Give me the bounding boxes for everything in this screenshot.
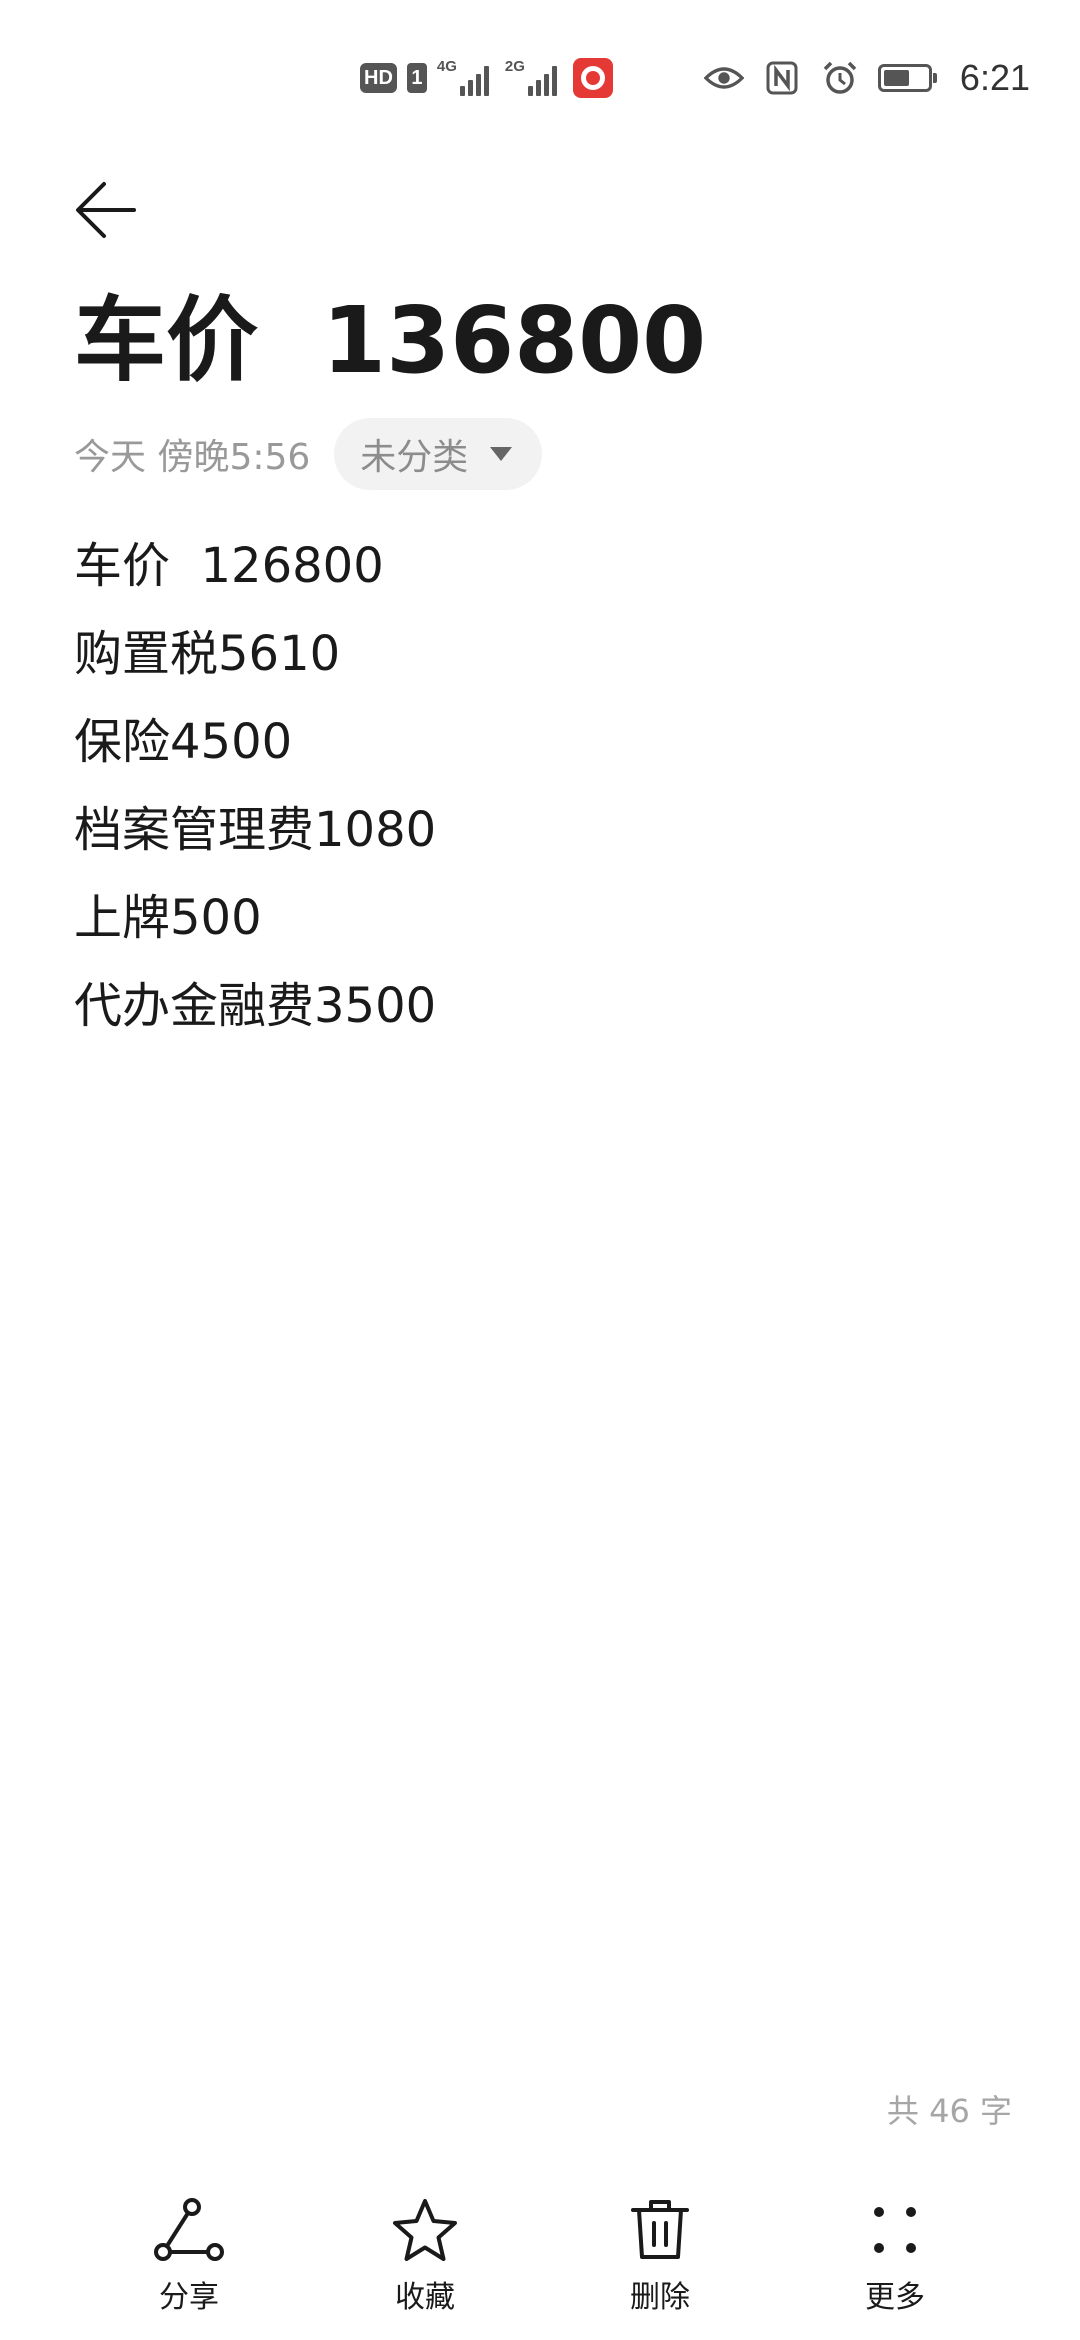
note-line: 档案管理费1080 <box>74 802 437 858</box>
category-label: 未分类 <box>360 437 469 478</box>
more-button[interactable]: 更多 <box>815 2190 975 2316</box>
status-bar: HD 1 4G 2G 6:21 <box>0 0 1080 150</box>
favorite-label: 收藏 <box>395 2280 455 2315</box>
signal-4g-icon: 4G <box>436 58 495 96</box>
note-line: 购置税5610 <box>74 626 341 682</box>
status-clock: 6:21 <box>959 57 1030 98</box>
share-label: 分享 <box>159 2280 219 2315</box>
battery-level <box>883 70 909 86</box>
character-count: 共 46 字 <box>886 2092 1012 2130</box>
note-line: 保险4500 <box>74 714 293 770</box>
favorite-button[interactable]: 收藏 <box>345 2190 505 2316</box>
battery-icon <box>877 64 937 92</box>
app-notification-icon <box>572 58 613 98</box>
status-bar-left: HD 1 4G 2G <box>360 58 613 98</box>
share-icon <box>149 2190 229 2270</box>
signal-2g-icon: 2G <box>504 58 563 96</box>
alarm-icon <box>820 58 860 98</box>
delete-button[interactable]: 删除 <box>580 2190 740 2316</box>
nfc-icon <box>762 58 802 98</box>
hd-icon: HD <box>360 63 397 93</box>
note-detail-screen: HD 1 4G 2G 6:21 车价 136800 今天 傍晚5:56 未分类 … <box>0 0 1080 2340</box>
status-bar-right: 6:21 <box>703 56 1030 100</box>
star-icon <box>385 2190 465 2270</box>
caret-down-icon <box>490 447 513 461</box>
note-line: 车价 126800 <box>74 538 384 594</box>
share-button[interactable]: 分享 <box>109 2190 269 2316</box>
network-type-label: 2G <box>504 58 525 75</box>
more-dots-icon <box>855 2190 935 2270</box>
note-title[interactable]: 车价 136800 <box>74 290 706 391</box>
arrow-left-icon <box>76 182 136 238</box>
note-line: 上牌500 <box>74 890 262 946</box>
network-type-label: 4G <box>436 58 457 75</box>
trash-icon <box>620 2190 700 2270</box>
note-line: 代办金融费3500 <box>74 978 437 1034</box>
note-meta: 今天 傍晚5:56 未分类 <box>74 418 543 490</box>
category-selector[interactable]: 未分类 <box>334 418 543 490</box>
delete-label: 删除 <box>630 2280 690 2315</box>
back-button[interactable] <box>66 170 146 250</box>
more-label: 更多 <box>865 2280 925 2315</box>
eye-icon <box>703 58 744 98</box>
note-body[interactable]: 车价 126800 购置税5610 保险4500 档案管理费1080 上牌500… <box>74 522 1014 1050</box>
sim-icon: 1 <box>406 63 427 93</box>
bottom-toolbar: 分享 收藏 删除 更多 <box>0 2190 1080 2340</box>
note-timestamp: 今天 傍晚5:56 <box>74 437 311 478</box>
